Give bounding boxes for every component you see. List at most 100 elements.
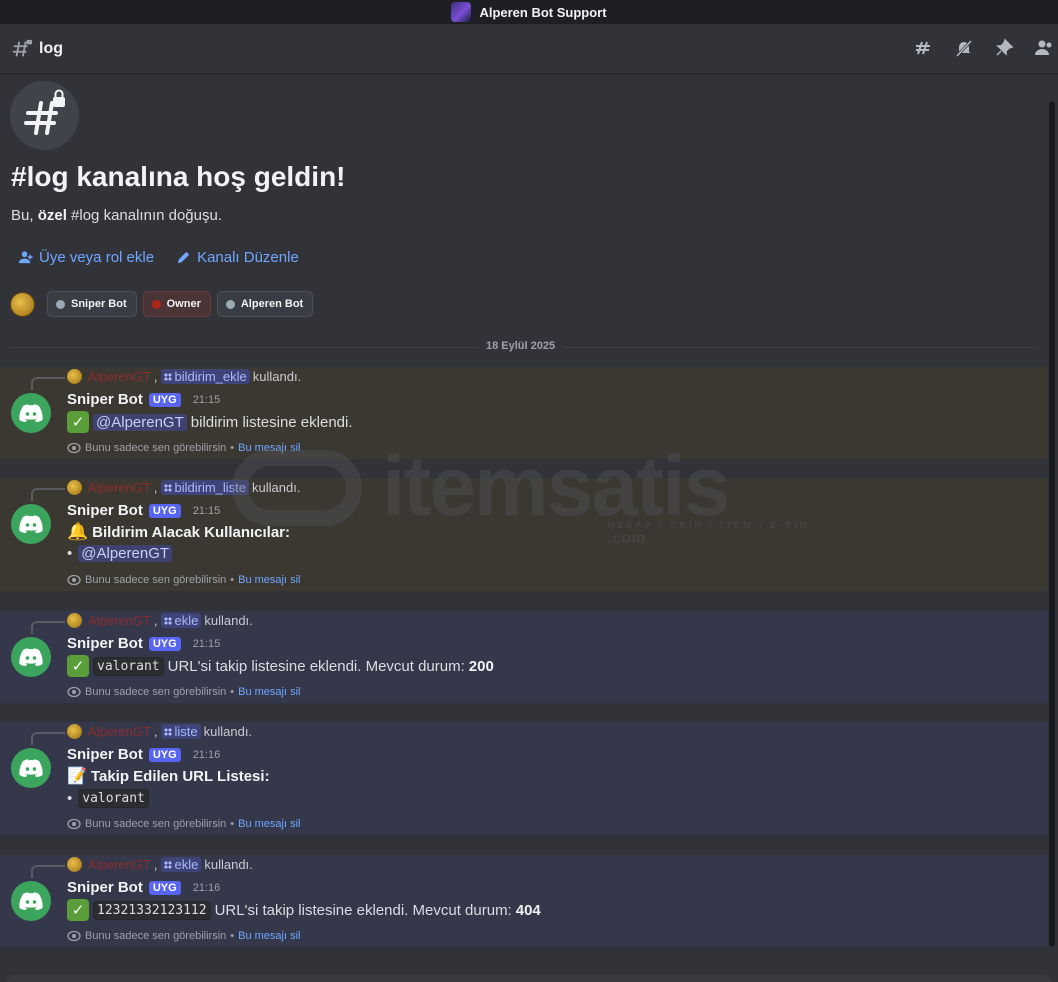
window-title: Alperen Bot Support bbox=[479, 4, 607, 20]
dismiss-message-link[interactable]: Bu mesajı sil bbox=[238, 686, 300, 698]
message-item[interactable]: AlperenGT, ekle kullandı. Sniper Bot UYG 2… bbox=[0, 611, 1048, 703]
command-reply: AlperenGT, liste kullandı. bbox=[67, 724, 252, 739]
bot-username[interactable]: Sniper Bot bbox=[67, 391, 143, 408]
reply-avatar bbox=[67, 857, 82, 872]
command-chip[interactable]: liste bbox=[160, 724, 201, 739]
member-avatar[interactable] bbox=[10, 291, 35, 317]
role-pill-sniper-bot[interactable]: Sniper Bot bbox=[47, 291, 137, 317]
bot-username[interactable]: Sniper Bot bbox=[67, 502, 143, 519]
reply-username[interactable]: AlperenGT bbox=[88, 369, 151, 384]
threads-icon[interactable] bbox=[914, 38, 934, 58]
check-mark-icon: ✓ bbox=[67, 411, 89, 433]
bot-avatar[interactable] bbox=[11, 748, 51, 788]
timestamp: 21:16 bbox=[192, 881, 221, 894]
server-icon bbox=[451, 2, 472, 22]
eye-icon bbox=[67, 574, 81, 586]
command-icon bbox=[163, 860, 172, 869]
bot-username[interactable]: Sniper Bot bbox=[67, 746, 143, 763]
channel-name: log bbox=[39, 40, 63, 57]
message-list[interactable]: #log kanalına hoş geldin! Bu, özel #log … bbox=[0, 75, 1058, 982]
role-color-dot bbox=[225, 299, 235, 309]
reply-avatar bbox=[67, 369, 82, 384]
bot-username[interactable]: Sniper Bot bbox=[67, 879, 143, 896]
message-composer[interactable] bbox=[6, 975, 1052, 982]
inline-code: 12321332123112 bbox=[93, 900, 211, 920]
bot-avatar[interactable] bbox=[11, 504, 51, 544]
reply-avatar bbox=[67, 480, 82, 495]
list-item: • @AlperenGT bbox=[67, 545, 173, 562]
command-icon bbox=[163, 372, 172, 381]
pencil-icon bbox=[177, 251, 190, 264]
window-titlebar: Alperen Bot Support bbox=[0, 0, 1058, 24]
eye-icon bbox=[67, 818, 81, 830]
inline-code: valorant bbox=[78, 789, 149, 808]
command-chip[interactable]: bildirim_liste bbox=[160, 480, 250, 495]
message-item[interactable]: AlperenGT, liste kullandı. Sniper Bot UYG… bbox=[0, 722, 1048, 835]
add-member-icon bbox=[18, 251, 33, 264]
user-mention[interactable]: @AlperenGT bbox=[78, 545, 173, 562]
app-badge: UYG bbox=[148, 880, 181, 895]
ephemeral-note: Bunu sadece sen görebilirsin • Bu mesajı s… bbox=[67, 929, 300, 943]
role-pill-alperen-bot[interactable]: Alperen Bot bbox=[216, 291, 314, 317]
reply-username[interactable]: AlperenGT bbox=[88, 480, 151, 495]
command-chip[interactable]: ekle bbox=[160, 613, 202, 628]
message-heading: 📝 Takip Edilen URL Listesi: bbox=[67, 767, 270, 786]
pin-icon[interactable] bbox=[994, 38, 1014, 58]
dismiss-message-link[interactable]: Bu mesajı sil bbox=[238, 818, 300, 830]
reply-username[interactable]: AlperenGT bbox=[88, 724, 151, 739]
discord-logo-icon bbox=[19, 515, 43, 533]
reply-connector bbox=[31, 488, 65, 501]
reply-connector bbox=[31, 377, 65, 390]
role-pill-owner[interactable]: Owner bbox=[142, 291, 211, 317]
command-reply: AlperenGT, bildirim_ekle kullandı. bbox=[67, 369, 301, 384]
user-mention[interactable]: @AlperenGT bbox=[93, 413, 187, 431]
add-member-button[interactable]: Üye veya rol ekle bbox=[18, 249, 154, 266]
hash-lock-icon bbox=[24, 89, 65, 135]
ephemeral-note: Bunu sadece sen görebilirsin • Bu mesajı s… bbox=[67, 817, 300, 831]
discord-logo-icon bbox=[19, 648, 43, 666]
message-item[interactable]: AlperenGT, ekle kullandı. Sniper Bot UYG 2… bbox=[0, 855, 1048, 947]
welcome-subtitle: Bu, özel #log kanalının doğuşu. bbox=[11, 207, 222, 224]
eye-icon bbox=[67, 930, 81, 942]
bot-avatar[interactable] bbox=[11, 637, 51, 677]
bot-avatar[interactable] bbox=[11, 393, 51, 433]
app-badge: UYG bbox=[148, 636, 181, 651]
message-heading: 🔔 Bildirim Alacak Kullanıcılar: bbox=[67, 522, 291, 541]
channel-welcome-badge bbox=[10, 81, 79, 150]
edit-channel-button[interactable]: Kanalı Düzenle bbox=[176, 249, 299, 266]
app-badge: UYG bbox=[148, 392, 181, 407]
member-list-icon[interactable] bbox=[1034, 38, 1054, 58]
timestamp: 21:15 bbox=[192, 393, 221, 406]
reply-avatar bbox=[67, 724, 82, 739]
discord-logo-icon bbox=[19, 404, 43, 422]
notification-muted-icon[interactable] bbox=[954, 38, 974, 58]
command-reply: AlperenGT, ekle kullandı. bbox=[67, 613, 253, 628]
dismiss-message-link[interactable]: Bu mesajı sil bbox=[238, 930, 300, 942]
check-mark-icon: ✓ bbox=[67, 899, 89, 921]
message-content: ✓ valorant URL'si takip listesine eklend… bbox=[67, 655, 494, 677]
dismiss-message-link[interactable]: Bu mesajı sil bbox=[238, 574, 300, 586]
message-item[interactable]: AlperenGT, bildirim_ekle kullandı. Snipe… bbox=[0, 367, 1048, 459]
role-color-dot bbox=[56, 299, 65, 309]
reply-username[interactable]: AlperenGT bbox=[88, 857, 151, 872]
command-chip[interactable]: ekle bbox=[160, 857, 202, 872]
role-color-dot bbox=[151, 299, 161, 309]
reply-username[interactable]: AlperenGT bbox=[88, 613, 151, 628]
bot-avatar[interactable] bbox=[11, 881, 51, 921]
bot-username[interactable]: Sniper Bot bbox=[67, 635, 143, 652]
command-chip[interactable]: bildirim_ekle bbox=[160, 369, 250, 384]
timestamp: 21:15 bbox=[192, 637, 221, 650]
check-mark-icon: ✓ bbox=[67, 655, 89, 677]
app-badge: UYG bbox=[148, 503, 181, 518]
bell-icon: 🔔 bbox=[67, 522, 89, 541]
discord-logo-icon bbox=[19, 892, 43, 910]
command-icon bbox=[163, 483, 172, 492]
message-item[interactable]: AlperenGT, bildirim_liste kullandı. Snip… bbox=[0, 478, 1048, 591]
dismiss-message-link[interactable]: Bu mesajı sil bbox=[238, 442, 300, 454]
eye-icon bbox=[67, 442, 81, 454]
message-content: ✓ 12321332123112 URL'si takip listesine … bbox=[67, 899, 541, 921]
channel-header: log bbox=[0, 25, 1058, 74]
ephemeral-note: Bunu sadece sen görebilirsin • Bu mesajı s… bbox=[67, 685, 300, 699]
discord-logo-icon bbox=[19, 759, 43, 777]
scrollbar[interactable] bbox=[1049, 101, 1055, 947]
